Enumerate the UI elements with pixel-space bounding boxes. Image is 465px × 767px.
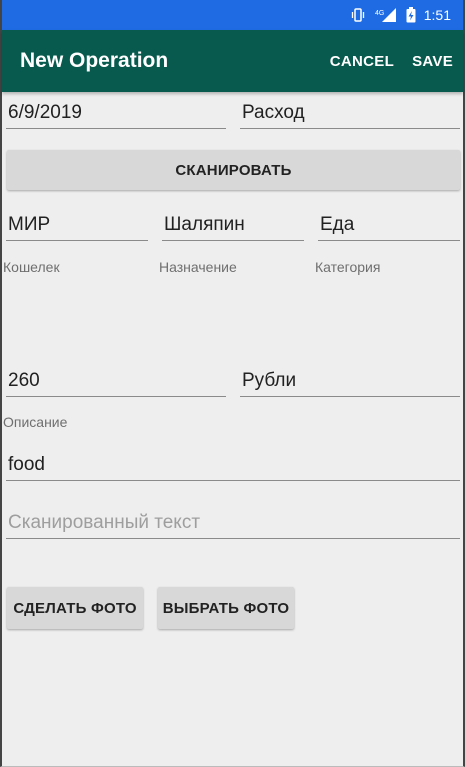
save-button[interactable]: SAVE [412,53,453,70]
app-bar: New Operation CANCEL SAVE [2,30,463,92]
category-label: Категория [315,259,381,275]
wallet-label: Кошелек [3,259,60,275]
purpose-field[interactable]: Шаляпин [162,205,304,241]
cancel-button[interactable]: CANCEL [330,53,394,70]
description-label: Описание [3,414,68,430]
scanned-text-field[interactable]: Сканированный текст [6,503,460,539]
battery-icon [406,7,416,23]
page-title: New Operation [20,49,169,72]
signal-icon: 4G [374,7,398,23]
date-field[interactable]: 6/9/2019 [6,93,226,129]
vibrate-icon [350,8,366,22]
amount-field[interactable]: 260 [6,361,226,397]
network-type: 4G [375,10,384,17]
status-bar: 4G 1:51 [2,0,463,30]
operation-type-field[interactable]: Расход [240,93,460,129]
take-photo-button[interactable]: СДЕЛАТЬ ФОТО [7,587,143,629]
category-field[interactable]: Еда [318,205,460,241]
choose-photo-button[interactable]: ВЫБРАТЬ ФОТО [158,587,294,629]
description-field[interactable]: food [6,445,460,481]
screen: 4G 1:51 New Operation CANCEL SAVE 6/9/20… [0,0,465,767]
currency-field[interactable]: Рубли [240,361,460,397]
purpose-label: Назначение [159,259,237,275]
scan-button[interactable]: СКАНИРОВАТЬ [7,150,460,190]
status-time: 1:51 [423,7,451,23]
wallet-field[interactable]: МИР [6,205,148,241]
